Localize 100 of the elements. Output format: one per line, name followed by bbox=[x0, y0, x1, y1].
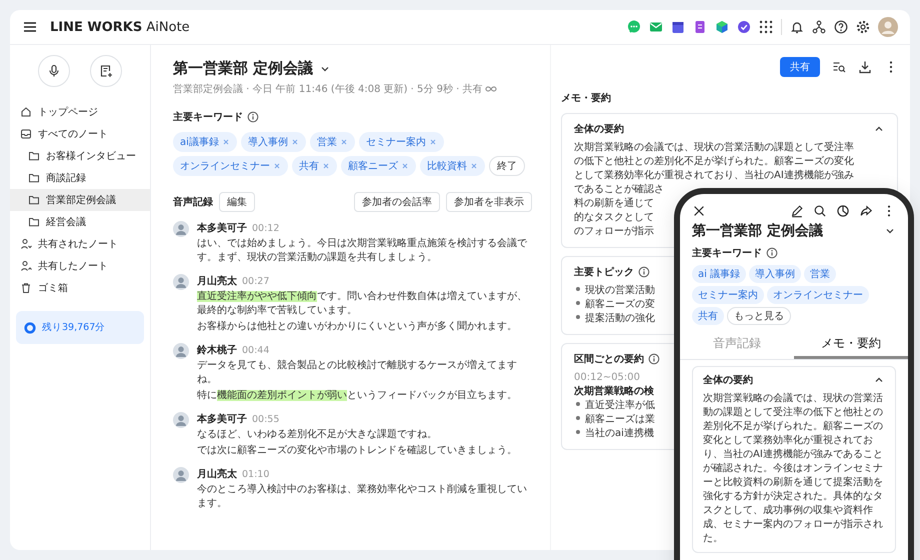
ring-icon bbox=[24, 322, 36, 334]
folder-item[interactable]: 商談記録 bbox=[10, 167, 150, 189]
section-point: 当社のai連携機 bbox=[574, 427, 654, 441]
utterance-text: 直近受注率がやや低下傾向です。問い合わせ件数自体は増えていますが、最終的な制約率で苦戦しています。 bbox=[197, 290, 528, 318]
download-icon[interactable] bbox=[858, 60, 872, 74]
mail-icon[interactable] bbox=[649, 20, 663, 34]
folder-item[interactable]: 営業部定例会議 bbox=[10, 189, 150, 211]
microphone-icon bbox=[47, 64, 61, 78]
timestamp[interactable]: 00:44 bbox=[242, 345, 270, 356]
help-icon[interactable] bbox=[834, 20, 848, 34]
summary-text-line: 次期営業戦略の会議では、現状の営業活動の課題として受注率 bbox=[574, 141, 854, 155]
keyword-chip[interactable]: 営業 bbox=[310, 132, 355, 152]
speaker-avatar-icon bbox=[173, 467, 189, 483]
tab[interactable]: メモ・要約 bbox=[794, 331, 908, 359]
keywords-heading: 主要キーワード bbox=[692, 246, 762, 260]
keyword-chip[interactable]: オンラインセミナー bbox=[767, 286, 869, 304]
note-meta: 営業部定例会議 · 今日 午前 11:46 (午後 4:08 更新) · 5分 9秒 · 共有 bbox=[173, 82, 482, 96]
section-point: 直近受注率が低 bbox=[574, 399, 655, 413]
participant-button[interactable]: 参加者を非表示 bbox=[446, 192, 532, 212]
person-icon bbox=[20, 238, 32, 250]
timestamp[interactable]: 00:55 bbox=[252, 414, 280, 425]
check-badge-icon[interactable] bbox=[737, 20, 751, 34]
summary-text-line: として業務効率化が重視されており、当社のAI連携機能が強み bbox=[574, 169, 854, 183]
close-icon[interactable] bbox=[692, 204, 706, 218]
card-title: 全体の要約 bbox=[703, 374, 753, 387]
settings-icon[interactable] bbox=[856, 20, 870, 34]
timestamp[interactable]: 01:10 bbox=[242, 469, 270, 480]
topic-item: 現状の営業活動 bbox=[574, 284, 655, 298]
card-title: 主要トピック bbox=[574, 265, 634, 279]
info-icon[interactable] bbox=[766, 247, 778, 259]
sidebar-item[interactable]: ゴミ箱 bbox=[10, 277, 150, 299]
keyword-chip[interactable]: 導入事例 bbox=[749, 265, 802, 283]
speaker-name: 月山亮太 bbox=[197, 274, 237, 288]
pie-chart-icon[interactable] bbox=[836, 204, 850, 218]
folder-icon bbox=[28, 216, 40, 228]
summary-text-line: のフォローが指示 bbox=[574, 225, 654, 239]
app-grid-icon[interactable] bbox=[759, 20, 773, 34]
keyword-chip[interactable]: 比較資料 bbox=[420, 156, 485, 176]
speaker-name: 本多美可子 bbox=[197, 412, 247, 426]
cube-icon[interactable] bbox=[715, 20, 729, 34]
calendar-icon[interactable] bbox=[671, 20, 685, 34]
keyword-chip[interactable]: 導入事例 bbox=[240, 132, 306, 152]
utterance-text: はい、では始めましょう。今日は次期営業戦略重点施策を検討する会議です。まず、現状の営業活動の課題を共有しましょう。 bbox=[197, 237, 528, 265]
search-icon[interactable] bbox=[813, 204, 827, 218]
keyword-chip[interactable]: 共有 bbox=[292, 156, 337, 176]
folder-item[interactable]: 経営会議 bbox=[10, 211, 150, 233]
show-more-button[interactable]: もっと見る bbox=[727, 307, 791, 325]
speaker-name: 月山亮太 bbox=[197, 467, 237, 481]
speaker-avatar-icon bbox=[173, 412, 189, 428]
sidebar-item[interactable]: トップページ bbox=[10, 101, 150, 123]
utterance-text: お客様からは他社との違いがわかりにくいという声が多く聞かれます。 bbox=[197, 320, 518, 334]
transcript-heading: 音声記録 bbox=[173, 195, 213, 209]
summary-text-line: 料の刷新を通じて bbox=[574, 197, 654, 211]
note-title: 第一営業部 定例会議 bbox=[692, 222, 823, 240]
folder-icon bbox=[28, 150, 40, 162]
note-title: 第一営業部 定例会議 bbox=[173, 59, 314, 78]
sidebar-item[interactable]: 共有したノート bbox=[10, 255, 150, 277]
info-icon[interactable] bbox=[638, 266, 650, 278]
folder-item[interactable]: お客様インタビュー bbox=[10, 145, 150, 167]
section-point: 顧客ニーズは業 bbox=[574, 413, 655, 427]
share-button[interactable]: 共有 bbox=[780, 57, 820, 77]
utterance-text: 特に機能面の差別ポイントが弱いというフィードバックが目立ちます。 bbox=[197, 389, 518, 403]
org-chart-icon[interactable] bbox=[812, 20, 826, 34]
note-icon[interactable] bbox=[693, 20, 707, 34]
sidebar-item[interactable]: すべてのノート bbox=[10, 123, 150, 145]
menu-icon[interactable] bbox=[22, 19, 38, 35]
info-icon[interactable] bbox=[648, 353, 660, 365]
new-note-button[interactable] bbox=[90, 55, 122, 87]
keyword-chip[interactable]: セミナー案内 bbox=[692, 286, 764, 304]
keywords-heading: 主要キーワード bbox=[173, 110, 243, 124]
done-button[interactable]: 終了 bbox=[489, 156, 525, 176]
share-arrow-icon[interactable] bbox=[859, 204, 873, 218]
card-title: 全体の要約 bbox=[574, 122, 624, 136]
timestamp[interactable]: 00:27 bbox=[242, 276, 270, 287]
note-plus-icon bbox=[99, 64, 113, 78]
participant-button[interactable]: 参加者の会話率 bbox=[354, 192, 440, 212]
memo-heading: メモ・要約 bbox=[561, 92, 612, 105]
timestamp[interactable]: 00:12 bbox=[252, 223, 280, 234]
pencil-icon[interactable] bbox=[790, 204, 804, 218]
keyword-chip[interactable]: ai議事録 bbox=[173, 132, 237, 152]
info-icon[interactable] bbox=[247, 111, 259, 123]
edit-button[interactable]: 編集 bbox=[219, 192, 255, 212]
speaker-name: 鈴木桃子 bbox=[197, 344, 237, 357]
home-icon bbox=[20, 106, 32, 118]
keyword-chip[interactable]: セミナー案内 bbox=[358, 132, 444, 152]
keyword-chip[interactable]: 顧客ニーズ bbox=[341, 156, 416, 176]
keyword-chip[interactable]: ai 議事録 bbox=[692, 265, 746, 283]
time-range: 00:12~05:00 bbox=[574, 371, 640, 385]
keyword-chip[interactable]: 共有 bbox=[692, 307, 724, 325]
search-list-icon[interactable] bbox=[832, 60, 846, 74]
topic-item: 提案活動の強化 bbox=[574, 312, 655, 326]
tab[interactable]: 音声記録 bbox=[680, 331, 794, 359]
bell-icon[interactable] bbox=[790, 20, 804, 34]
keyword-chip[interactable]: オンラインセミナー bbox=[173, 156, 288, 176]
summary-text-line: であることが確認さ bbox=[574, 183, 664, 197]
utterance-text: では次に顧客ニーズの変化や市場のトレンドを確認していきましょう。 bbox=[197, 444, 518, 458]
folder-icon bbox=[28, 172, 40, 184]
sidebar-item[interactable]: 共有されたノート bbox=[10, 233, 150, 255]
keyword-chip[interactable]: 営業 bbox=[804, 265, 836, 283]
record-button[interactable] bbox=[38, 55, 70, 87]
